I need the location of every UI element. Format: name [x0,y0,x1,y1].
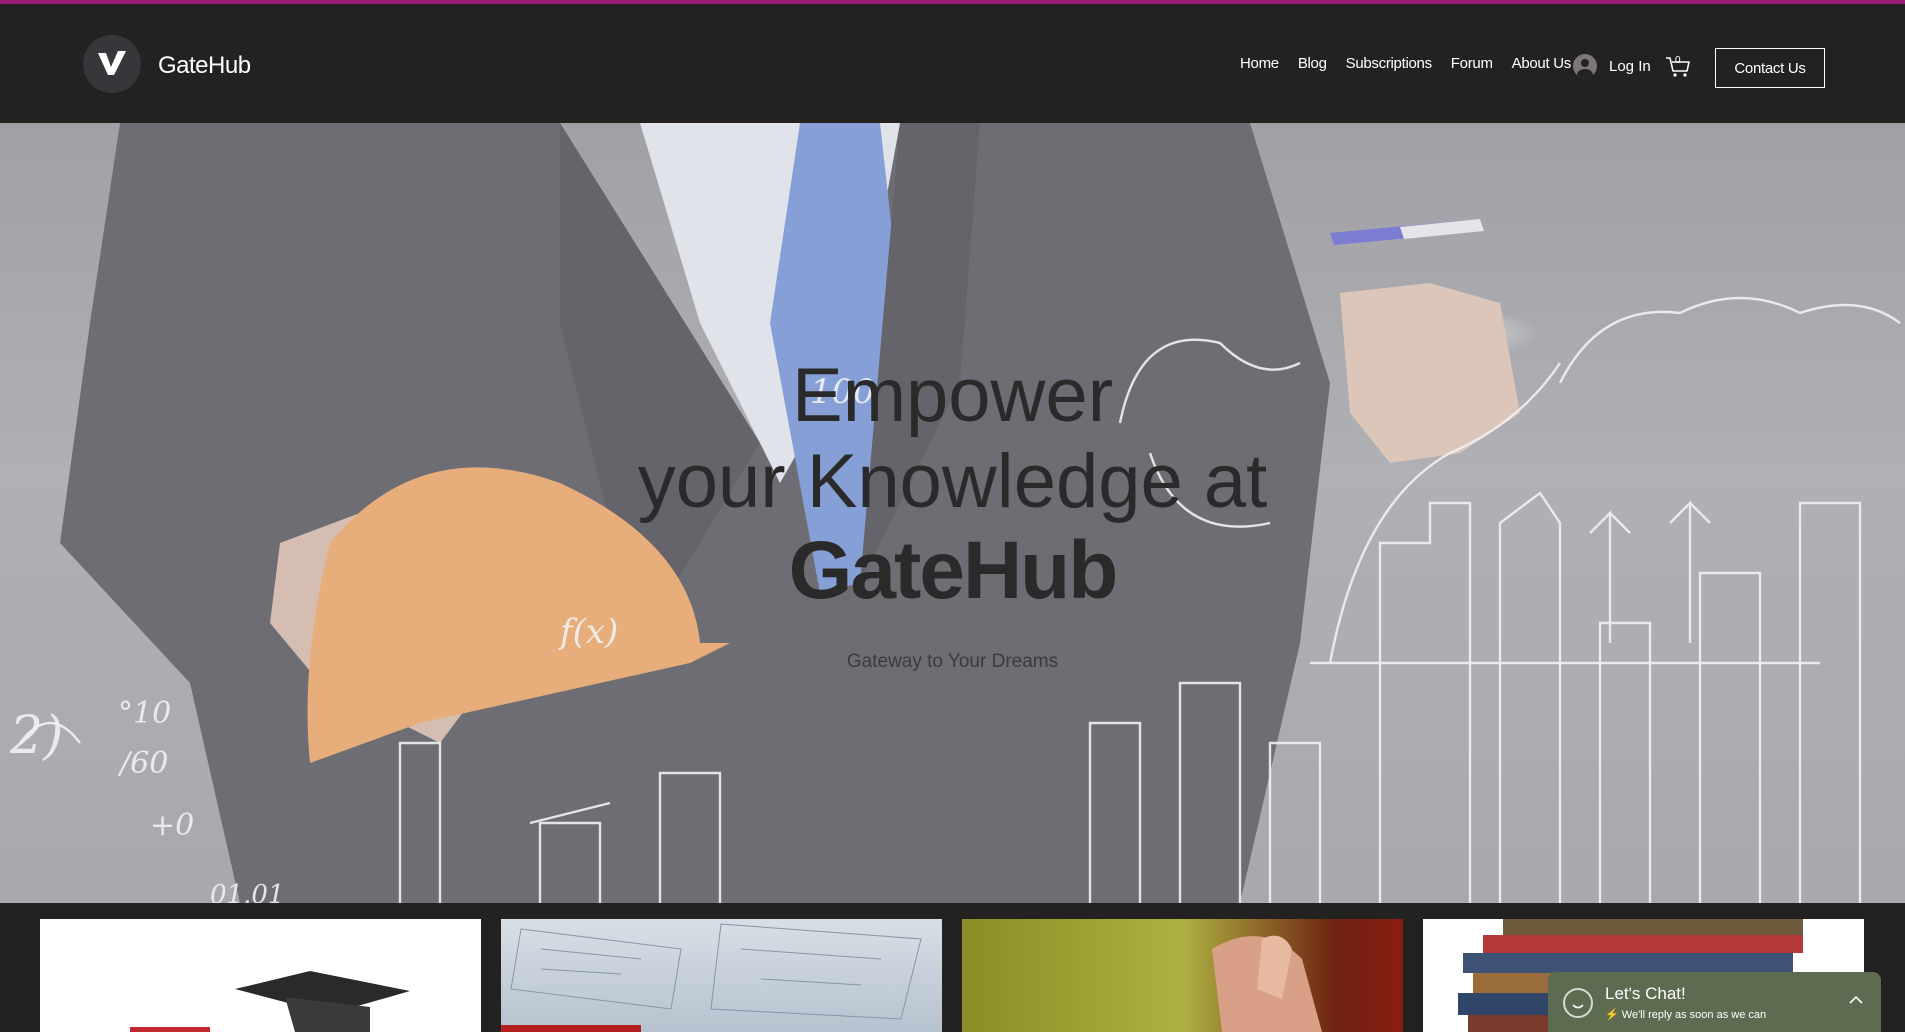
nav-forum[interactable]: Forum [1451,55,1493,72]
feature-card-hands[interactable] [962,919,1403,1032]
chat-widget[interactable]: Let's Chat! ⚡ We'll reply as soon as we … [1548,972,1881,1032]
cart-count-badge: 0 [1675,55,1681,66]
feature-card-graduation[interactable] [40,919,481,1032]
hero-headline-line1: Empower [792,353,1113,438]
chevron-up-icon[interactable] [1848,994,1864,1006]
brand-name[interactable]: GateHub [158,52,251,80]
nav-blog[interactable]: Blog [1298,55,1327,72]
site-logo[interactable] [83,35,141,93]
chat-subtitle: ⚡ We'll reply as soon as we can [1605,1008,1766,1021]
user-avatar-icon [1573,54,1597,78]
smiley-icon [1563,988,1593,1018]
blueprint-image [501,923,922,1032]
nav-home[interactable]: Home [1240,55,1279,72]
chat-subtitle-text: We'll reply as soon as we can [1621,1009,1767,1021]
main-nav: Home Blog Subscriptions Forum About Us [1240,55,1571,72]
hero-headline-line3: GateHub [788,525,1119,616]
login-button[interactable]: Log In [1573,54,1651,78]
hero-headline: Empower your Knowledge at GateHub [0,353,1905,617]
hand-image [1212,935,1322,1032]
checkmark-logo-icon [98,51,126,75]
feature-card-blueprint[interactable] [501,919,942,1032]
chat-title: Let's Chat! [1605,984,1686,1003]
lightning-icon: ⚡ [1605,1009,1619,1021]
hero-section: 2) °10 /60 +0 01.01 f(x) 100 Empower you… [0,123,1905,903]
hero-subtitle: Gateway to Your Dreams [846,651,1059,672]
hero-headline-line2: your Knowledge at [637,439,1268,524]
login-label: Log In [1609,57,1651,75]
site-header: GateHub Home Blog Subscriptions Forum Ab… [0,4,1905,123]
nav-about-us[interactable]: About Us [1512,55,1572,72]
nav-subscriptions[interactable]: Subscriptions [1346,55,1432,72]
contact-us-button[interactable]: Contact Us [1715,48,1825,88]
graduation-cap-image [130,971,410,1032]
